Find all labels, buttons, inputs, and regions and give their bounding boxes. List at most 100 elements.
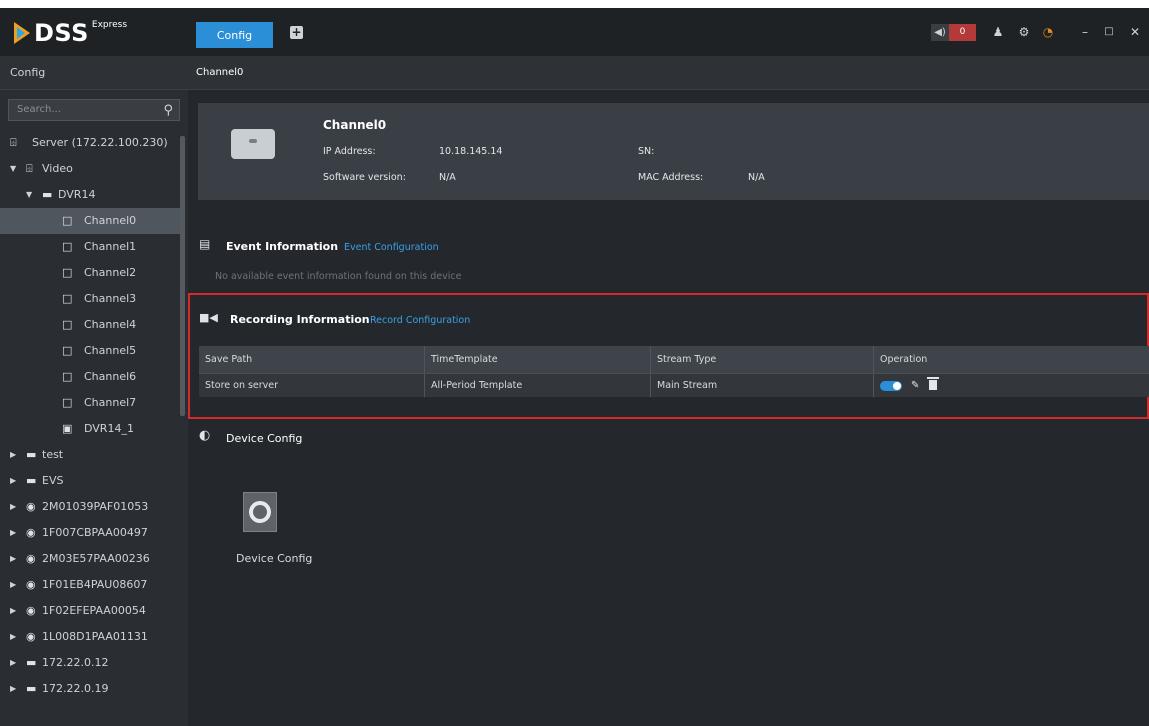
expand-right-icon[interactable]: ▶: [10, 598, 20, 624]
sidebar: Config Search... ⚲ ⌹ Server (172.22.100.2…: [0, 56, 188, 726]
maximize-icon[interactable]: □: [1101, 24, 1117, 40]
ptz-camera-icon: ◉: [26, 578, 36, 591]
tree-item[interactable]: ▶ ▬ 172.22.0.19: [0, 676, 180, 702]
tree-item-label: 2M03E57PAA00236: [42, 552, 150, 565]
tree-item[interactable]: ▶ ◉ 1F007CBPAA00497: [0, 520, 180, 546]
expand-right-icon[interactable]: ▶: [10, 676, 20, 702]
expand-right-icon[interactable]: ▶: [10, 546, 20, 572]
tree-item-label: Channel7: [84, 396, 137, 409]
top-bar: DSS Express Config + ◀) 0 ♟ ⚙ ◔ – □ ✕: [0, 8, 1149, 56]
alarm-input-icon: ▣: [62, 422, 73, 435]
column-header: TimeTemplate: [424, 346, 650, 373]
tree-item[interactable]: □ Channel4: [0, 312, 180, 338]
tree-item-label: test: [42, 448, 64, 461]
expand-right-icon[interactable]: ▶: [10, 468, 20, 494]
sn-label: SN:: [638, 146, 655, 157]
search-input[interactable]: Search... ⚲: [8, 99, 180, 121]
tree-item-label: DVR14_1: [84, 422, 134, 435]
expand-right-icon[interactable]: ▶: [10, 442, 20, 468]
expand-right-icon[interactable]: ▶: [10, 520, 20, 546]
recording-table: Save Path TimeTemplate Stream Type Opera…: [199, 346, 1149, 397]
device-image-icon: [231, 129, 275, 159]
tree-item[interactable]: ▼ ▬ DVR14: [0, 182, 180, 208]
expand-down-icon[interactable]: ▼: [10, 156, 20, 182]
sidebar-title: Config: [0, 56, 188, 90]
gear-icon[interactable]: ⚙: [1016, 24, 1032, 40]
tree-item[interactable]: □ Channel1: [0, 234, 180, 260]
tree-item[interactable]: ▼ ⌹ Video: [0, 156, 180, 182]
tree-item-label: Channel1: [84, 240, 137, 253]
tree-item[interactable]: □ Channel2: [0, 260, 180, 286]
alarm-badge[interactable]: ◀) 0: [931, 24, 976, 41]
tree-item[interactable]: □ Channel5: [0, 338, 180, 364]
expand-right-icon[interactable]: ▶: [10, 572, 20, 598]
tree-item-label: 1L008D1PAA01131: [42, 630, 148, 643]
tree-item-label: 1F01EB4PAU08607: [42, 578, 148, 591]
tree-item-label: Channel0: [84, 214, 137, 227]
speaker-icon[interactable]: ◀): [931, 24, 949, 41]
user-icon[interactable]: ♟: [990, 24, 1006, 40]
tree-item[interactable]: ▣ DVR14_1: [0, 416, 180, 442]
server-icon: ⌹: [10, 136, 17, 149]
tree-item[interactable]: □ Channel3: [0, 286, 180, 312]
device-config-gear-icon[interactable]: [243, 492, 277, 532]
record-configuration-link[interactable]: Record Configuration: [370, 315, 470, 326]
stream-type-cell: Main Stream: [650, 374, 873, 397]
expand-down-icon[interactable]: ▼: [26, 182, 36, 208]
tree-item[interactable]: ▶ ▬ test: [0, 442, 180, 468]
tree-item-label: Channel6: [84, 370, 137, 383]
ip-label: IP Address:: [323, 146, 376, 157]
close-icon[interactable]: ✕: [1127, 24, 1143, 40]
tree-item-label: EVS: [42, 474, 64, 487]
device-name: Channel0: [323, 118, 387, 132]
ptz-camera-icon: ◉: [26, 604, 36, 617]
expand-right-icon[interactable]: ▶: [10, 494, 20, 520]
performance-gauge-icon[interactable]: ◔: [1040, 24, 1056, 40]
ptz-camera-icon: ◉: [26, 526, 36, 539]
minimize-icon[interactable]: –: [1077, 24, 1093, 40]
tree-item[interactable]: ▶ ▬ 172.22.0.12: [0, 650, 180, 676]
software-version-value: N/A: [439, 172, 456, 183]
edit-pencil-icon[interactable]: ✎: [911, 374, 919, 398]
software-version-label: Software version:: [323, 172, 406, 183]
delete-trash-icon[interactable]: [927, 377, 939, 390]
tree-item-label: Channel4: [84, 318, 137, 331]
event-info-title: Event Information: [226, 240, 339, 253]
event-configuration-link[interactable]: Event Configuration: [344, 242, 439, 253]
device-config-section-icon: ◐: [199, 428, 211, 443]
search-icon[interactable]: ⚲: [163, 101, 173, 121]
tree-item-label: Channel3: [84, 292, 137, 305]
camera-icon: □: [62, 292, 73, 305]
dvr-icon: ▬: [26, 656, 37, 669]
dvr-icon: ▬: [26, 682, 37, 695]
tree-item[interactable]: ▶ ◉ 1L008D1PAA01131: [0, 624, 180, 650]
tree-item[interactable]: ▶ ◉ 1F01EB4PAU08607: [0, 572, 180, 598]
ptz-camera-icon: ◉: [26, 552, 36, 565]
tree-item[interactable]: □ Channel7: [0, 390, 180, 416]
alarm-count: 0: [949, 24, 976, 41]
gear-icon: [249, 501, 271, 523]
tree-item[interactable]: □ Channel0: [0, 208, 180, 234]
tree-item[interactable]: ▶ ◉ 2M03E57PAA00236: [0, 546, 180, 572]
device-config-title: Device Config: [226, 432, 303, 445]
tree-item[interactable]: □ Channel6: [0, 364, 180, 390]
mac-value: N/A: [748, 172, 765, 183]
tab-config[interactable]: Config: [196, 22, 273, 48]
tree-item[interactable]: ▶ ◉ 1F02EFEPAA00054: [0, 598, 180, 624]
add-tab-icon[interactable]: +: [290, 26, 303, 39]
tree-item-label: Video: [42, 162, 73, 175]
device-config-label[interactable]: Device Config: [236, 552, 312, 565]
dvr-icon: ▬: [26, 448, 37, 461]
record-enable-toggle[interactable]: [880, 381, 902, 391]
sidebar-scrollbar[interactable]: [180, 136, 185, 416]
time-template-cell: All-Period Template: [424, 374, 650, 397]
tree-item[interactable]: ▶ ◉ 2M01039PAF01053: [0, 494, 180, 520]
tree-item-label: Server (172.22.100.230): [32, 136, 168, 149]
tree-item[interactable]: ▶ ▬ EVS: [0, 468, 180, 494]
expand-right-icon[interactable]: ▶: [10, 624, 20, 650]
camera-icon: □: [62, 396, 73, 409]
tree-item[interactable]: ⌹ Server (172.22.100.230): [0, 130, 180, 156]
expand-right-icon[interactable]: ▶: [10, 650, 20, 676]
column-header: Stream Type: [650, 346, 873, 373]
device-info-card: Channel0 IP Address: 10.18.145.14 SN: So…: [198, 103, 1149, 200]
